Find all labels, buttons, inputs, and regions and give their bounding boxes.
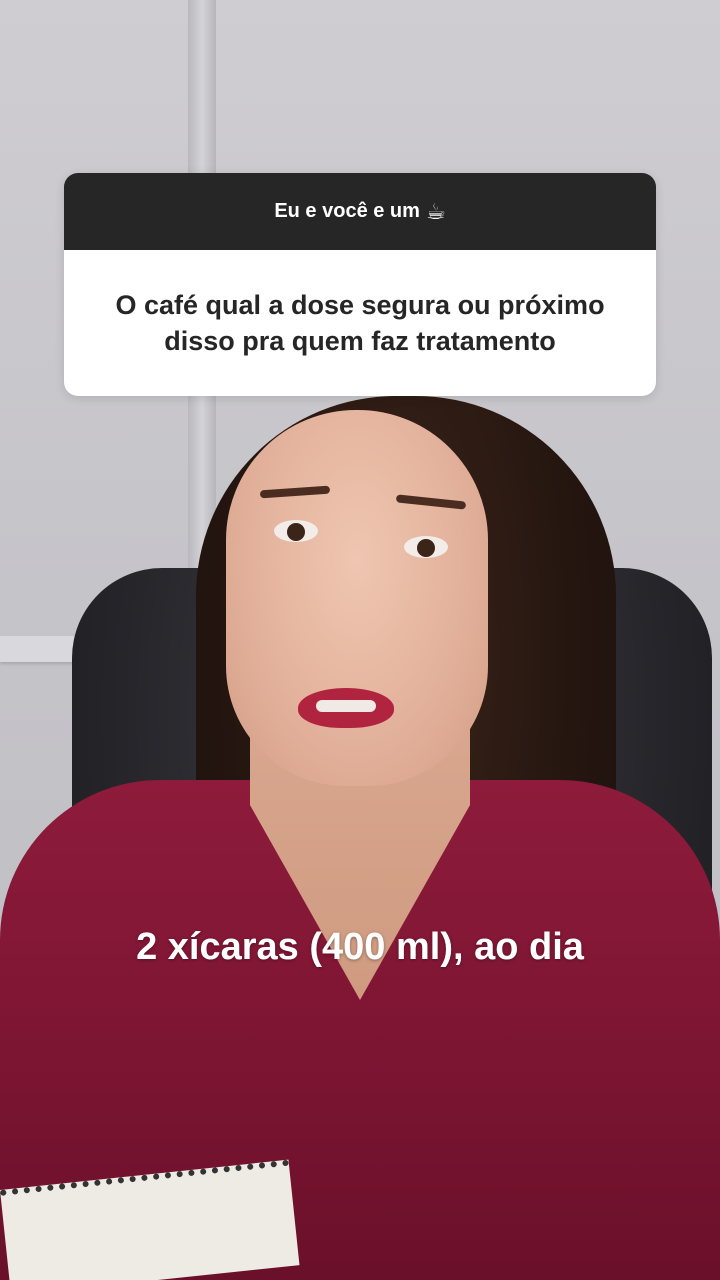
question-sticker[interactable]: Eu e você e um ☕ O café qual a dose segu… (64, 173, 656, 396)
coffee-cup-icon: ☕ (425, 198, 446, 224)
question-sticker-body: O café qual a dose segura ou próximo dis… (64, 250, 656, 396)
left-eye (274, 520, 318, 542)
speaker-face (226, 410, 488, 786)
video-caption: 2 xícaras (400 ml), ao dia (136, 926, 584, 968)
question-text: O café qual a dose segura ou próximo dis… (115, 290, 605, 356)
speaker-mouth (298, 688, 394, 728)
left-eyebrow (259, 485, 331, 499)
question-sticker-prompt: Eu e você e um (274, 200, 420, 222)
right-eye (404, 536, 448, 558)
right-eyebrow (395, 494, 467, 510)
question-sticker-header: Eu e você e um ☕ (64, 173, 656, 250)
